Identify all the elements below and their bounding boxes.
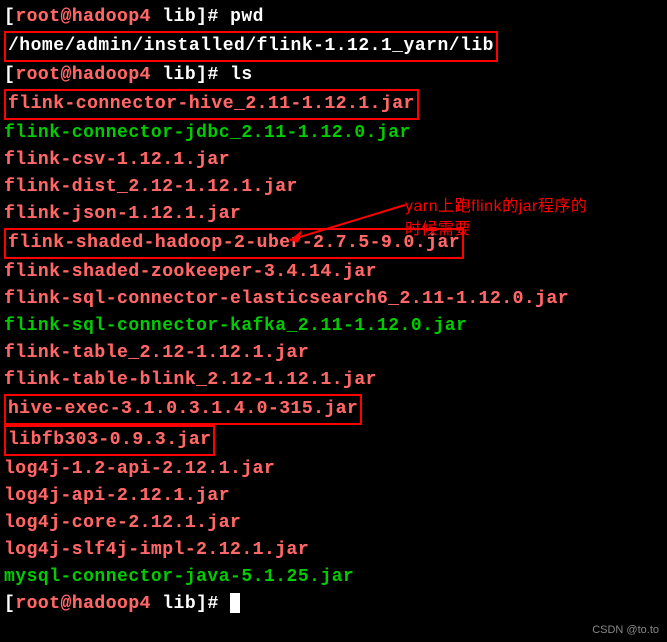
bracket: ]#	[196, 65, 230, 85]
file-name: flink-json-1.12.1.jar	[4, 204, 241, 224]
file-line: log4j-1.2-api-2.12.1.jar	[4, 456, 663, 483]
prompt-line-2: [root@hadoop4 lib]# ls	[4, 62, 663, 89]
file-line: flink-table-blink_2.12-1.12.1.jar	[4, 367, 663, 394]
file-line: log4j-core-2.12.1.jar	[4, 510, 663, 537]
bracket: [	[4, 65, 15, 85]
file-name: flink-sql-connector-kafka_2.11-1.12.0.ja…	[4, 316, 467, 336]
file-line: flink-csv-1.12.1.jar	[4, 147, 663, 174]
bracket: ]#	[196, 594, 230, 614]
file-line: libfb303-0.9.3.jar	[4, 425, 663, 456]
file-name: log4j-core-2.12.1.jar	[4, 513, 241, 533]
file-name: flink-shaded-zookeeper-3.4.14.jar	[4, 262, 377, 282]
bracket: [	[4, 594, 15, 614]
cursor[interactable]	[230, 593, 240, 613]
bracket: [	[4, 7, 15, 27]
file-name: log4j-api-2.12.1.jar	[4, 486, 230, 506]
command: ls	[230, 65, 253, 85]
path: lib	[151, 594, 196, 614]
file-name: flink-table-blink_2.12-1.12.1.jar	[4, 370, 377, 390]
user-host: root@hadoop4	[15, 7, 151, 27]
watermark: CSDN @to.to	[592, 622, 659, 639]
file-name: flink-connector-hive_2.11-1.12.1.jar	[4, 89, 419, 120]
file-name: flink-shaded-hadoop-2-uber-2.7.5-9.0.jar	[4, 228, 464, 259]
file-line: flink-connector-jdbc_2.11-1.12.0.jar	[4, 120, 663, 147]
pwd-output-line: /home/admin/installed/flink-1.12.1_yarn/…	[4, 31, 663, 62]
file-line: flink-shaded-hadoop-2-uber-2.7.5-9.0.jar	[4, 228, 663, 259]
file-line: flink-shaded-zookeeper-3.4.14.jar	[4, 259, 663, 286]
file-name: hive-exec-3.1.0.3.1.4.0-315.jar	[4, 394, 362, 425]
file-list: flink-connector-hive_2.11-1.12.1.jarflin…	[4, 89, 663, 591]
command: pwd	[230, 7, 264, 27]
file-name: flink-connector-jdbc_2.11-1.12.0.jar	[4, 123, 411, 143]
file-line: log4j-slf4j-impl-2.12.1.jar	[4, 537, 663, 564]
file-name: flink-csv-1.12.1.jar	[4, 150, 230, 170]
file-line: flink-table_2.12-1.12.1.jar	[4, 340, 663, 367]
prompt-line-3: [root@hadoop4 lib]#	[4, 591, 663, 618]
file-name: mysql-connector-java-5.1.25.jar	[4, 567, 354, 587]
bracket: ]#	[196, 7, 230, 27]
path: lib	[151, 65, 196, 85]
file-name: flink-table_2.12-1.12.1.jar	[4, 343, 309, 363]
file-name: log4j-1.2-api-2.12.1.jar	[4, 459, 275, 479]
annotation-text-2: 时候需要	[405, 218, 471, 242]
path: lib	[151, 7, 196, 27]
file-line: flink-connector-hive_2.11-1.12.1.jar	[4, 89, 663, 120]
user-host: root@hadoop4	[15, 594, 151, 614]
file-line: mysql-connector-java-5.1.25.jar	[4, 564, 663, 591]
file-name: flink-dist_2.12-1.12.1.jar	[4, 177, 298, 197]
file-name: libfb303-0.9.3.jar	[4, 425, 215, 456]
file-line: flink-sql-connector-kafka_2.11-1.12.0.ja…	[4, 313, 663, 340]
file-line: log4j-api-2.12.1.jar	[4, 483, 663, 510]
prompt-line-1: [root@hadoop4 lib]# pwd	[4, 4, 663, 31]
file-name: flink-sql-connector-elasticsearch6_2.11-…	[4, 289, 569, 309]
annotation-text-1: yarn上跑flink的jar程序的	[405, 195, 587, 219]
file-line: hive-exec-3.1.0.3.1.4.0-315.jar	[4, 394, 663, 425]
pwd-output: /home/admin/installed/flink-1.12.1_yarn/…	[4, 31, 498, 62]
user-host: root@hadoop4	[15, 65, 151, 85]
file-name: log4j-slf4j-impl-2.12.1.jar	[4, 540, 309, 560]
file-line: flink-sql-connector-elasticsearch6_2.11-…	[4, 286, 663, 313]
